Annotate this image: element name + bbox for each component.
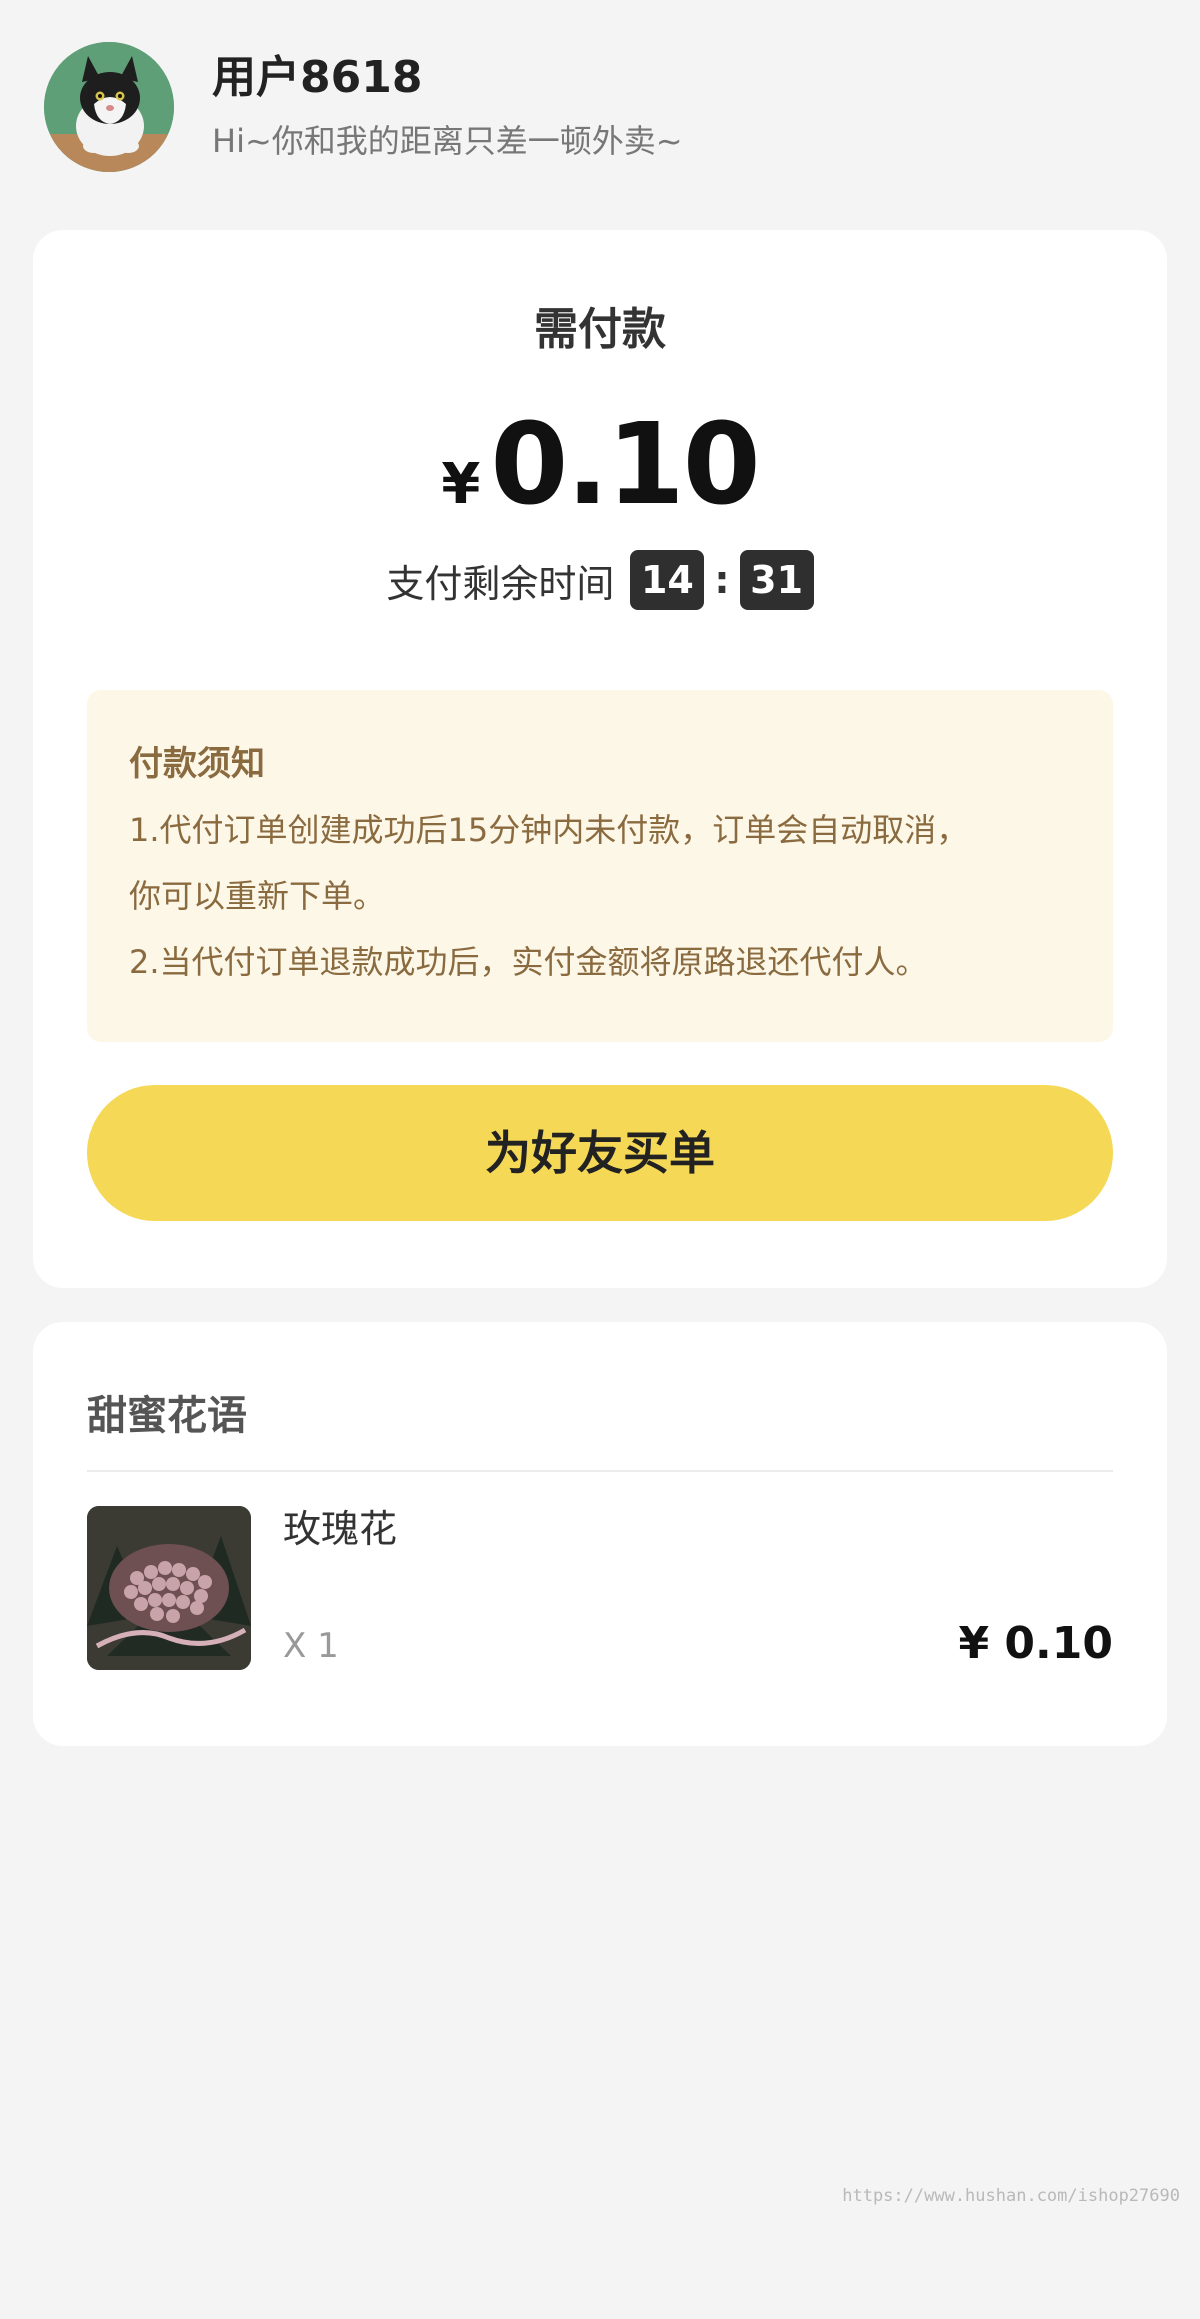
countdown-timer: 支付剩余时间 14 : 31 (33, 548, 1167, 612)
watermark-url: https://www.hushan.com/ishop27690 (842, 2186, 1180, 2206)
payment-notice: 付款须知 1.代付订单创建成功后15分钟内未付款，订单会自动取消， 你可以重新下… (87, 690, 1113, 1042)
pay-for-friend-button[interactable]: 为好友买单 (87, 1085, 1113, 1221)
user-header: 用户8618 Hi~你和我的距离只差一顿外卖~ (44, 42, 1144, 174)
divider (87, 1470, 1113, 1472)
notice-line: 1.代付订单创建成功后15分钟内未付款，订单会自动取消， (129, 811, 969, 849)
amount-display: ¥0.10 (33, 405, 1167, 558)
greeting-text: Hi~你和我的距离只差一顿外卖~ (212, 122, 683, 160)
notice-line: 你可以重新下单。 (129, 877, 386, 915)
item-price: ¥ 0.10 (958, 1618, 1114, 1669)
cat-avatar-icon (44, 42, 174, 172)
rose-bouquet-image-icon[interactable] (87, 1506, 251, 1670)
shop-name[interactable]: 甜蜜花语 (87, 1388, 247, 1444)
payment-card: 需付款 ¥0.10 支付剩余时间 14 : 31 付款须知 1.代付订单创建成功… (33, 230, 1167, 1288)
notice-title: 付款须知 (129, 744, 265, 784)
timer-separator: : (714, 558, 730, 602)
timer-minutes: 14 (630, 550, 705, 610)
currency-symbol: ¥ (441, 452, 481, 517)
timer-seconds: 31 (739, 550, 814, 610)
user-name: 用户8618 (212, 52, 423, 103)
amount-value: 0.10 (490, 400, 760, 530)
timer-label: 支付剩余时间 (386, 561, 615, 606)
item-quantity: X 1 (283, 1626, 339, 1666)
payment-title: 需付款 (534, 304, 666, 355)
notice-line: 2.当代付订单退款成功后，实付金额将原路退还代付人。 (129, 943, 928, 981)
order-card: 甜蜜花语 玫瑰花 X 1 ¥ 0.10 (33, 1322, 1167, 1746)
item-name: 玫瑰花 (283, 1507, 398, 1551)
